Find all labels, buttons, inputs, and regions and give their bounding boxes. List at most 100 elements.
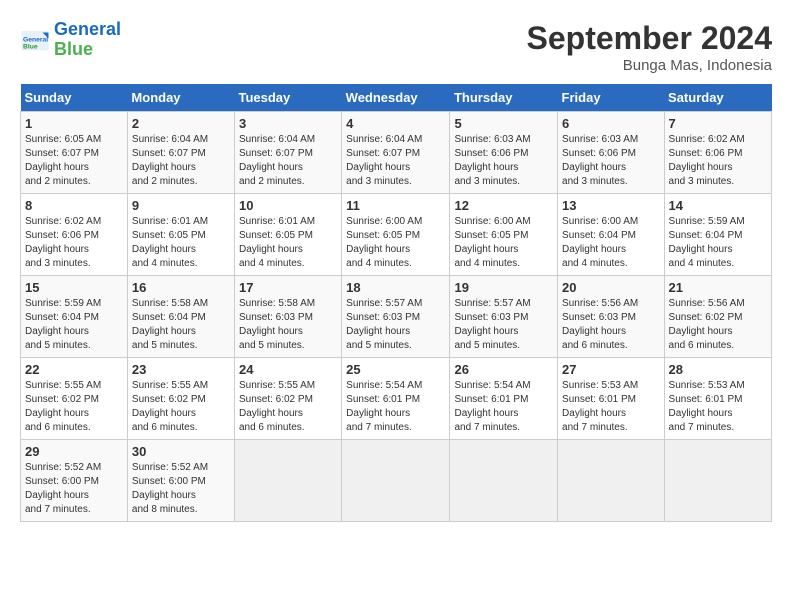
day-info: Sunrise: 6:00 AM Sunset: 6:05 PM Dayligh… bbox=[346, 215, 445, 271]
day-info: Sunrise: 5:58 AM Sunset: 6:04 PM Dayligh… bbox=[132, 297, 230, 353]
day-info: Sunrise: 5:55 AM Sunset: 6:02 PM Dayligh… bbox=[132, 379, 230, 435]
day-info: Sunrise: 5:55 AM Sunset: 6:02 PM Dayligh… bbox=[239, 379, 337, 435]
svg-text:General: General bbox=[23, 36, 48, 43]
calendar-cell: 30 Sunrise: 5:52 AM Sunset: 6:00 PM Dayl… bbox=[127, 440, 234, 522]
calendar-cell: 19 Sunrise: 5:57 AM Sunset: 6:03 PM Dayl… bbox=[450, 276, 558, 358]
logo-line1: General bbox=[54, 19, 121, 39]
day-number: 29 bbox=[25, 444, 123, 459]
month-title: September 2024 bbox=[527, 20, 772, 57]
calendar-header-row: Sunday Monday Tuesday Wednesday Thursday… bbox=[21, 84, 772, 112]
day-info: Sunrise: 6:03 AM Sunset: 6:06 PM Dayligh… bbox=[454, 133, 553, 189]
calendar-cell bbox=[558, 440, 664, 522]
col-tuesday: Tuesday bbox=[234, 84, 341, 112]
day-number: 8 bbox=[25, 198, 123, 213]
col-friday: Friday bbox=[558, 84, 664, 112]
day-info: Sunrise: 5:59 AM Sunset: 6:04 PM Dayligh… bbox=[669, 215, 767, 271]
day-info: Sunrise: 5:57 AM Sunset: 6:03 PM Dayligh… bbox=[346, 297, 445, 353]
day-number: 11 bbox=[346, 198, 445, 213]
calendar-cell: 15 Sunrise: 5:59 AM Sunset: 6:04 PM Dayl… bbox=[21, 276, 128, 358]
day-number: 17 bbox=[239, 280, 337, 295]
col-saturday: Saturday bbox=[664, 84, 771, 112]
title-block: September 2024 Bunga Mas, Indonesia bbox=[527, 20, 772, 74]
day-number: 2 bbox=[132, 116, 230, 131]
calendar-cell: 28 Sunrise: 5:53 AM Sunset: 6:01 PM Dayl… bbox=[664, 358, 771, 440]
calendar-cell: 7 Sunrise: 6:02 AM Sunset: 6:06 PM Dayli… bbox=[664, 112, 771, 194]
calendar-cell: 13 Sunrise: 6:00 AM Sunset: 6:04 PM Dayl… bbox=[558, 194, 664, 276]
day-number: 14 bbox=[669, 198, 767, 213]
calendar-cell: 20 Sunrise: 5:56 AM Sunset: 6:03 PM Dayl… bbox=[558, 276, 664, 358]
day-info: Sunrise: 6:05 AM Sunset: 6:07 PM Dayligh… bbox=[25, 133, 123, 189]
calendar-row: 8 Sunrise: 6:02 AM Sunset: 6:06 PM Dayli… bbox=[21, 194, 772, 276]
logo-line2: Blue bbox=[54, 39, 93, 59]
col-sunday: Sunday bbox=[21, 84, 128, 112]
day-number: 9 bbox=[132, 198, 230, 213]
day-number: 5 bbox=[454, 116, 553, 131]
day-number: 24 bbox=[239, 362, 337, 377]
day-number: 19 bbox=[454, 280, 553, 295]
page-header: General Blue General Blue September 2024… bbox=[20, 20, 772, 74]
location-subtitle: Bunga Mas, Indonesia bbox=[527, 57, 772, 74]
day-info: Sunrise: 6:03 AM Sunset: 6:06 PM Dayligh… bbox=[562, 133, 659, 189]
day-number: 21 bbox=[669, 280, 767, 295]
day-info: Sunrise: 5:56 AM Sunset: 6:03 PM Dayligh… bbox=[562, 297, 659, 353]
calendar-cell: 2 Sunrise: 6:04 AM Sunset: 6:07 PM Dayli… bbox=[127, 112, 234, 194]
day-info: Sunrise: 6:04 AM Sunset: 6:07 PM Dayligh… bbox=[239, 133, 337, 189]
calendar-cell: 24 Sunrise: 5:55 AM Sunset: 6:02 PM Dayl… bbox=[234, 358, 341, 440]
day-info: Sunrise: 5:56 AM Sunset: 6:02 PM Dayligh… bbox=[669, 297, 767, 353]
day-info: Sunrise: 6:02 AM Sunset: 6:06 PM Dayligh… bbox=[25, 215, 123, 271]
day-number: 15 bbox=[25, 280, 123, 295]
day-number: 23 bbox=[132, 362, 230, 377]
calendar-cell: 11 Sunrise: 6:00 AM Sunset: 6:05 PM Dayl… bbox=[342, 194, 450, 276]
calendar-cell bbox=[664, 440, 771, 522]
calendar-row: 22 Sunrise: 5:55 AM Sunset: 6:02 PM Dayl… bbox=[21, 358, 772, 440]
day-info: Sunrise: 5:58 AM Sunset: 6:03 PM Dayligh… bbox=[239, 297, 337, 353]
calendar-cell: 9 Sunrise: 6:01 AM Sunset: 6:05 PM Dayli… bbox=[127, 194, 234, 276]
calendar-cell: 16 Sunrise: 5:58 AM Sunset: 6:04 PM Dayl… bbox=[127, 276, 234, 358]
logo: General Blue General Blue bbox=[20, 20, 121, 60]
calendar-cell: 17 Sunrise: 5:58 AM Sunset: 6:03 PM Dayl… bbox=[234, 276, 341, 358]
calendar-cell: 4 Sunrise: 6:04 AM Sunset: 6:07 PM Dayli… bbox=[342, 112, 450, 194]
calendar-cell: 22 Sunrise: 5:55 AM Sunset: 6:02 PM Dayl… bbox=[21, 358, 128, 440]
calendar-cell: 23 Sunrise: 5:55 AM Sunset: 6:02 PM Dayl… bbox=[127, 358, 234, 440]
day-number: 25 bbox=[346, 362, 445, 377]
day-number: 18 bbox=[346, 280, 445, 295]
day-info: Sunrise: 5:52 AM Sunset: 6:00 PM Dayligh… bbox=[132, 461, 230, 517]
day-info: Sunrise: 6:04 AM Sunset: 6:07 PM Dayligh… bbox=[346, 133, 445, 189]
day-info: Sunrise: 6:00 AM Sunset: 6:04 PM Dayligh… bbox=[562, 215, 659, 271]
day-number: 10 bbox=[239, 198, 337, 213]
calendar-cell: 27 Sunrise: 5:53 AM Sunset: 6:01 PM Dayl… bbox=[558, 358, 664, 440]
day-number: 26 bbox=[454, 362, 553, 377]
calendar-cell: 1 Sunrise: 6:05 AM Sunset: 6:07 PM Dayli… bbox=[21, 112, 128, 194]
day-info: Sunrise: 5:54 AM Sunset: 6:01 PM Dayligh… bbox=[454, 379, 553, 435]
day-info: Sunrise: 5:53 AM Sunset: 6:01 PM Dayligh… bbox=[669, 379, 767, 435]
calendar-row: 1 Sunrise: 6:05 AM Sunset: 6:07 PM Dayli… bbox=[21, 112, 772, 194]
calendar-cell bbox=[450, 440, 558, 522]
calendar-cell: 21 Sunrise: 5:56 AM Sunset: 6:02 PM Dayl… bbox=[664, 276, 771, 358]
calendar-cell: 10 Sunrise: 6:01 AM Sunset: 6:05 PM Dayl… bbox=[234, 194, 341, 276]
svg-text:Blue: Blue bbox=[23, 43, 38, 50]
day-info: Sunrise: 5:57 AM Sunset: 6:03 PM Dayligh… bbox=[454, 297, 553, 353]
calendar-cell bbox=[234, 440, 341, 522]
calendar-cell: 8 Sunrise: 6:02 AM Sunset: 6:06 PM Dayli… bbox=[21, 194, 128, 276]
day-number: 6 bbox=[562, 116, 659, 131]
day-number: 16 bbox=[132, 280, 230, 295]
calendar-table: Sunday Monday Tuesday Wednesday Thursday… bbox=[20, 84, 772, 522]
calendar-cell: 5 Sunrise: 6:03 AM Sunset: 6:06 PM Dayli… bbox=[450, 112, 558, 194]
day-number: 1 bbox=[25, 116, 123, 131]
day-number: 12 bbox=[454, 198, 553, 213]
day-info: Sunrise: 5:52 AM Sunset: 6:00 PM Dayligh… bbox=[25, 461, 123, 517]
day-number: 13 bbox=[562, 198, 659, 213]
day-info: Sunrise: 6:00 AM Sunset: 6:05 PM Dayligh… bbox=[454, 215, 553, 271]
day-number: 20 bbox=[562, 280, 659, 295]
day-number: 7 bbox=[669, 116, 767, 131]
calendar-row: 29 Sunrise: 5:52 AM Sunset: 6:00 PM Dayl… bbox=[21, 440, 772, 522]
day-number: 30 bbox=[132, 444, 230, 459]
day-number: 3 bbox=[239, 116, 337, 131]
calendar-cell: 14 Sunrise: 5:59 AM Sunset: 6:04 PM Dayl… bbox=[664, 194, 771, 276]
calendar-cell: 25 Sunrise: 5:54 AM Sunset: 6:01 PM Dayl… bbox=[342, 358, 450, 440]
calendar-cell: 6 Sunrise: 6:03 AM Sunset: 6:06 PM Dayli… bbox=[558, 112, 664, 194]
day-info: Sunrise: 5:59 AM Sunset: 6:04 PM Dayligh… bbox=[25, 297, 123, 353]
day-number: 28 bbox=[669, 362, 767, 377]
calendar-row: 15 Sunrise: 5:59 AM Sunset: 6:04 PM Dayl… bbox=[21, 276, 772, 358]
day-number: 4 bbox=[346, 116, 445, 131]
